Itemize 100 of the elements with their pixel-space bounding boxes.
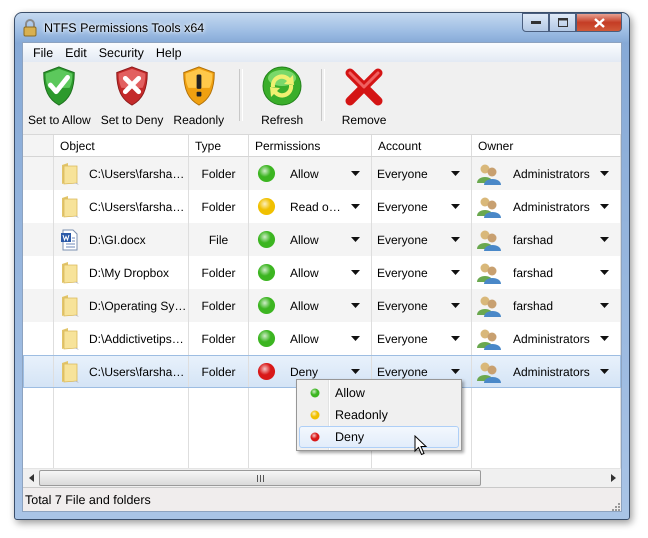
folder-icon: [60, 326, 80, 350]
type-text: Folder: [201, 266, 236, 280]
owner-text: Administrators: [513, 332, 591, 346]
menu-item[interactable]: Help: [150, 46, 188, 60]
dropdown-arrow-icon[interactable]: [600, 171, 608, 176]
dropdown-arrow-icon[interactable]: [450, 171, 460, 176]
dropdown-arrow-icon[interactable]: [450, 270, 460, 275]
document-icon: [60, 228, 80, 250]
table-row[interactable]: D:\Operating Sy… Folder Allow Everyone farshad: [23, 289, 621, 322]
dropdown-arrow-icon[interactable]: [600, 237, 608, 242]
object-path: C:\Users\farsha…: [89, 200, 184, 214]
permission-text: Allow: [290, 298, 320, 312]
dropdown-arrow-icon[interactable]: [600, 204, 608, 209]
column-header[interactable]: Account: [372, 135, 472, 156]
users-icon: [477, 162, 501, 184]
minimize-icon: [530, 20, 540, 24]
grip-icon: [256, 474, 264, 482]
menu-option[interactable]: Readonly: [299, 404, 459, 426]
menu-item[interactable]: File: [27, 46, 60, 60]
toolbar-button[interactable]: Set to Allow: [25, 65, 94, 131]
table-row[interactable]: C:\Users\farsha… Folder Allow Everyone Administrators: [23, 157, 621, 190]
users-icon: [477, 262, 501, 284]
object-path: C:\Users\farsha…: [89, 166, 184, 180]
scrollbar-thumb[interactable]: [39, 470, 481, 486]
dropdown-arrow-icon[interactable]: [450, 204, 460, 209]
owner-text: farshad: [513, 232, 554, 246]
dropdown-arrow-icon[interactable]: [350, 303, 360, 308]
account-text: Everyone: [377, 298, 429, 312]
account-text: Everyone: [377, 266, 429, 280]
status-text: Total 7 File and folders: [25, 492, 151, 506]
object-path: D:\Addictivetips…: [89, 332, 184, 346]
permission-text: Allow: [290, 232, 320, 246]
type-text: Folder: [201, 298, 236, 312]
close-icon: [594, 18, 604, 28]
left-arrow-icon[interactable]: [28, 474, 34, 482]
maximize-button[interactable]: [549, 13, 576, 32]
account-text: Everyone: [377, 232, 429, 246]
column-header[interactable]: Owner: [472, 135, 621, 156]
toolbar-button[interactable]: Set to Deny: [98, 65, 166, 131]
users-icon: [477, 228, 501, 250]
dropdown-arrow-icon[interactable]: [600, 303, 608, 308]
maximize-icon: [558, 18, 568, 27]
permission-text: Allow: [290, 332, 320, 346]
type-text: File: [208, 232, 228, 246]
permission-text: Read o…: [290, 200, 342, 214]
dropdown-arrow-icon[interactable]: [450, 237, 460, 242]
toolbar-button[interactable]: Readonly: [170, 65, 228, 131]
dropdown-arrow-icon[interactable]: [350, 270, 360, 275]
resize-grip-icon[interactable]: [610, 501, 620, 511]
lock-icon: [22, 18, 38, 36]
folder-icon: [60, 260, 80, 284]
dropdown-arrow-icon[interactable]: [600, 336, 608, 341]
owner-text: farshad: [513, 266, 554, 280]
dropdown-arrow-icon[interactable]: [350, 237, 360, 242]
toolbar-button[interactable]: Remove: [337, 65, 392, 131]
menu-item[interactable]: Edit: [59, 46, 93, 60]
horizontal-scrollbar[interactable]: [23, 468, 621, 487]
dropdown-arrow-icon[interactable]: [600, 270, 608, 275]
object-path: D:\GI.docx: [89, 232, 146, 246]
column-header[interactable]: Object: [54, 135, 189, 156]
dropdown-arrow-icon[interactable]: [450, 369, 460, 374]
account-text: Everyone: [377, 332, 429, 346]
type-text: Folder: [201, 166, 236, 180]
minimize-button[interactable]: [522, 13, 549, 32]
dropdown-arrow-icon[interactable]: [600, 369, 608, 374]
type-text: Folder: [201, 364, 236, 378]
refresh-icon: [261, 65, 304, 107]
account-text: Everyone: [377, 364, 429, 378]
menu-option[interactable]: Deny: [299, 426, 459, 448]
folder-icon: [60, 294, 80, 318]
owner-text: Administrators: [513, 166, 591, 180]
dropdown-arrow-icon[interactable]: [450, 336, 460, 341]
menu-item[interactable]: Security: [92, 46, 150, 60]
type-text: Folder: [201, 332, 236, 346]
account-text: Everyone: [377, 166, 429, 180]
column-header[interactable]: Permissions: [249, 135, 372, 156]
dropdown-arrow-icon[interactable]: [350, 171, 360, 176]
permission-text: Deny: [290, 364, 320, 378]
table-row[interactable]: D:\GI.docx File Allow Everyone farshad: [23, 223, 621, 256]
remove-icon: [344, 67, 384, 107]
dropdown-arrow-icon[interactable]: [450, 303, 460, 308]
column-header[interactable]: Type: [189, 135, 249, 156]
type-text: Folder: [201, 200, 236, 214]
folder-icon: [60, 360, 80, 384]
permission-text: Allow: [290, 166, 320, 180]
toolbar-button[interactable]: Refresh: [255, 65, 310, 131]
owner-text: farshad: [513, 298, 554, 312]
users-icon: [477, 328, 501, 350]
object-path: D:\Operating Sy…: [89, 298, 186, 312]
dropdown-arrow-icon[interactable]: [350, 336, 360, 341]
table-row[interactable]: C:\Users\farsha… Folder Deny Everyone Administrators: [23, 355, 621, 388]
users-icon: [477, 294, 501, 316]
users-icon: [477, 360, 501, 382]
right-arrow-icon[interactable]: [610, 474, 616, 482]
close-button[interactable]: [576, 13, 622, 32]
dropdown-arrow-icon[interactable]: [350, 204, 360, 209]
window-title: NTFS Permissions Tools x64: [44, 20, 204, 34]
folder-icon: [60, 162, 80, 186]
users-icon: [477, 196, 501, 218]
dropdown-arrow-icon[interactable]: [350, 369, 360, 374]
